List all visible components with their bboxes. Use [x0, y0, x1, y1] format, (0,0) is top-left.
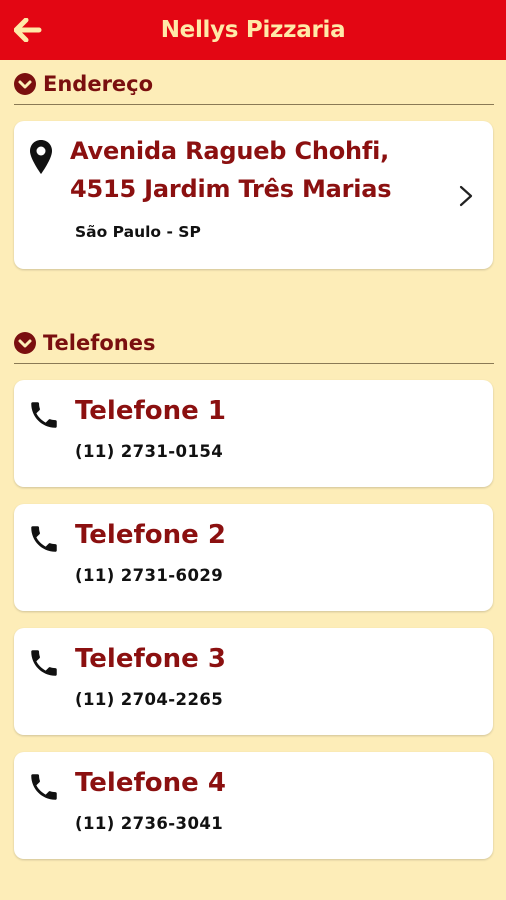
chevron-down-circle-icon [14, 332, 36, 354]
phone-card[interactable]: Telefone 3 (11) 2704-2265 [14, 628, 493, 735]
address-street-line2: 4515 Jardim Três Marias [70, 175, 392, 203]
page-title: Nellys Pizzaria [160, 17, 346, 43]
phone-icon [31, 402, 57, 428]
phone-title: Telefone 3 [75, 644, 226, 674]
address-street-line1: Avenida Ragueb Chohfi, [70, 137, 390, 165]
phone-title: Telefone 4 [75, 768, 226, 798]
map-pin-icon [30, 140, 52, 174]
phone-icon [31, 650, 57, 676]
phone-number: (11) 2736-3041 [75, 814, 224, 833]
phone-number: (11) 2731-6029 [75, 566, 224, 585]
arrow-left-icon [14, 18, 42, 42]
address-city: São Paulo - SP [75, 223, 201, 241]
phone-number: (11) 2731-0154 [75, 442, 224, 461]
address-card[interactable]: Avenida Ragueb Chohfi, 4515 Jardim Três … [14, 121, 493, 269]
phone-card[interactable]: Telefone 1 (11) 2731-0154 [14, 380, 493, 487]
phone-icon [31, 526, 57, 552]
section-label-phones: Telefones [43, 331, 156, 355]
phone-icon [31, 774, 57, 800]
section-label-address: Endereço [43, 72, 154, 96]
section-header-phones[interactable]: Telefones [14, 331, 494, 364]
phone-card[interactable]: Telefone 2 (11) 2731-6029 [14, 504, 493, 611]
phone-title: Telefone 1 [75, 396, 226, 426]
phone-card[interactable]: Telefone 4 (11) 2736-3041 [14, 752, 493, 859]
phone-title: Telefone 2 [75, 520, 226, 550]
back-button[interactable] [10, 12, 46, 48]
app-header: Nellys Pizzaria [0, 0, 506, 60]
chevron-right-icon [459, 185, 473, 207]
phone-number: (11) 2704-2265 [75, 690, 224, 709]
chevron-down-circle-icon [14, 73, 36, 95]
section-header-address[interactable]: Endereço [14, 72, 494, 105]
